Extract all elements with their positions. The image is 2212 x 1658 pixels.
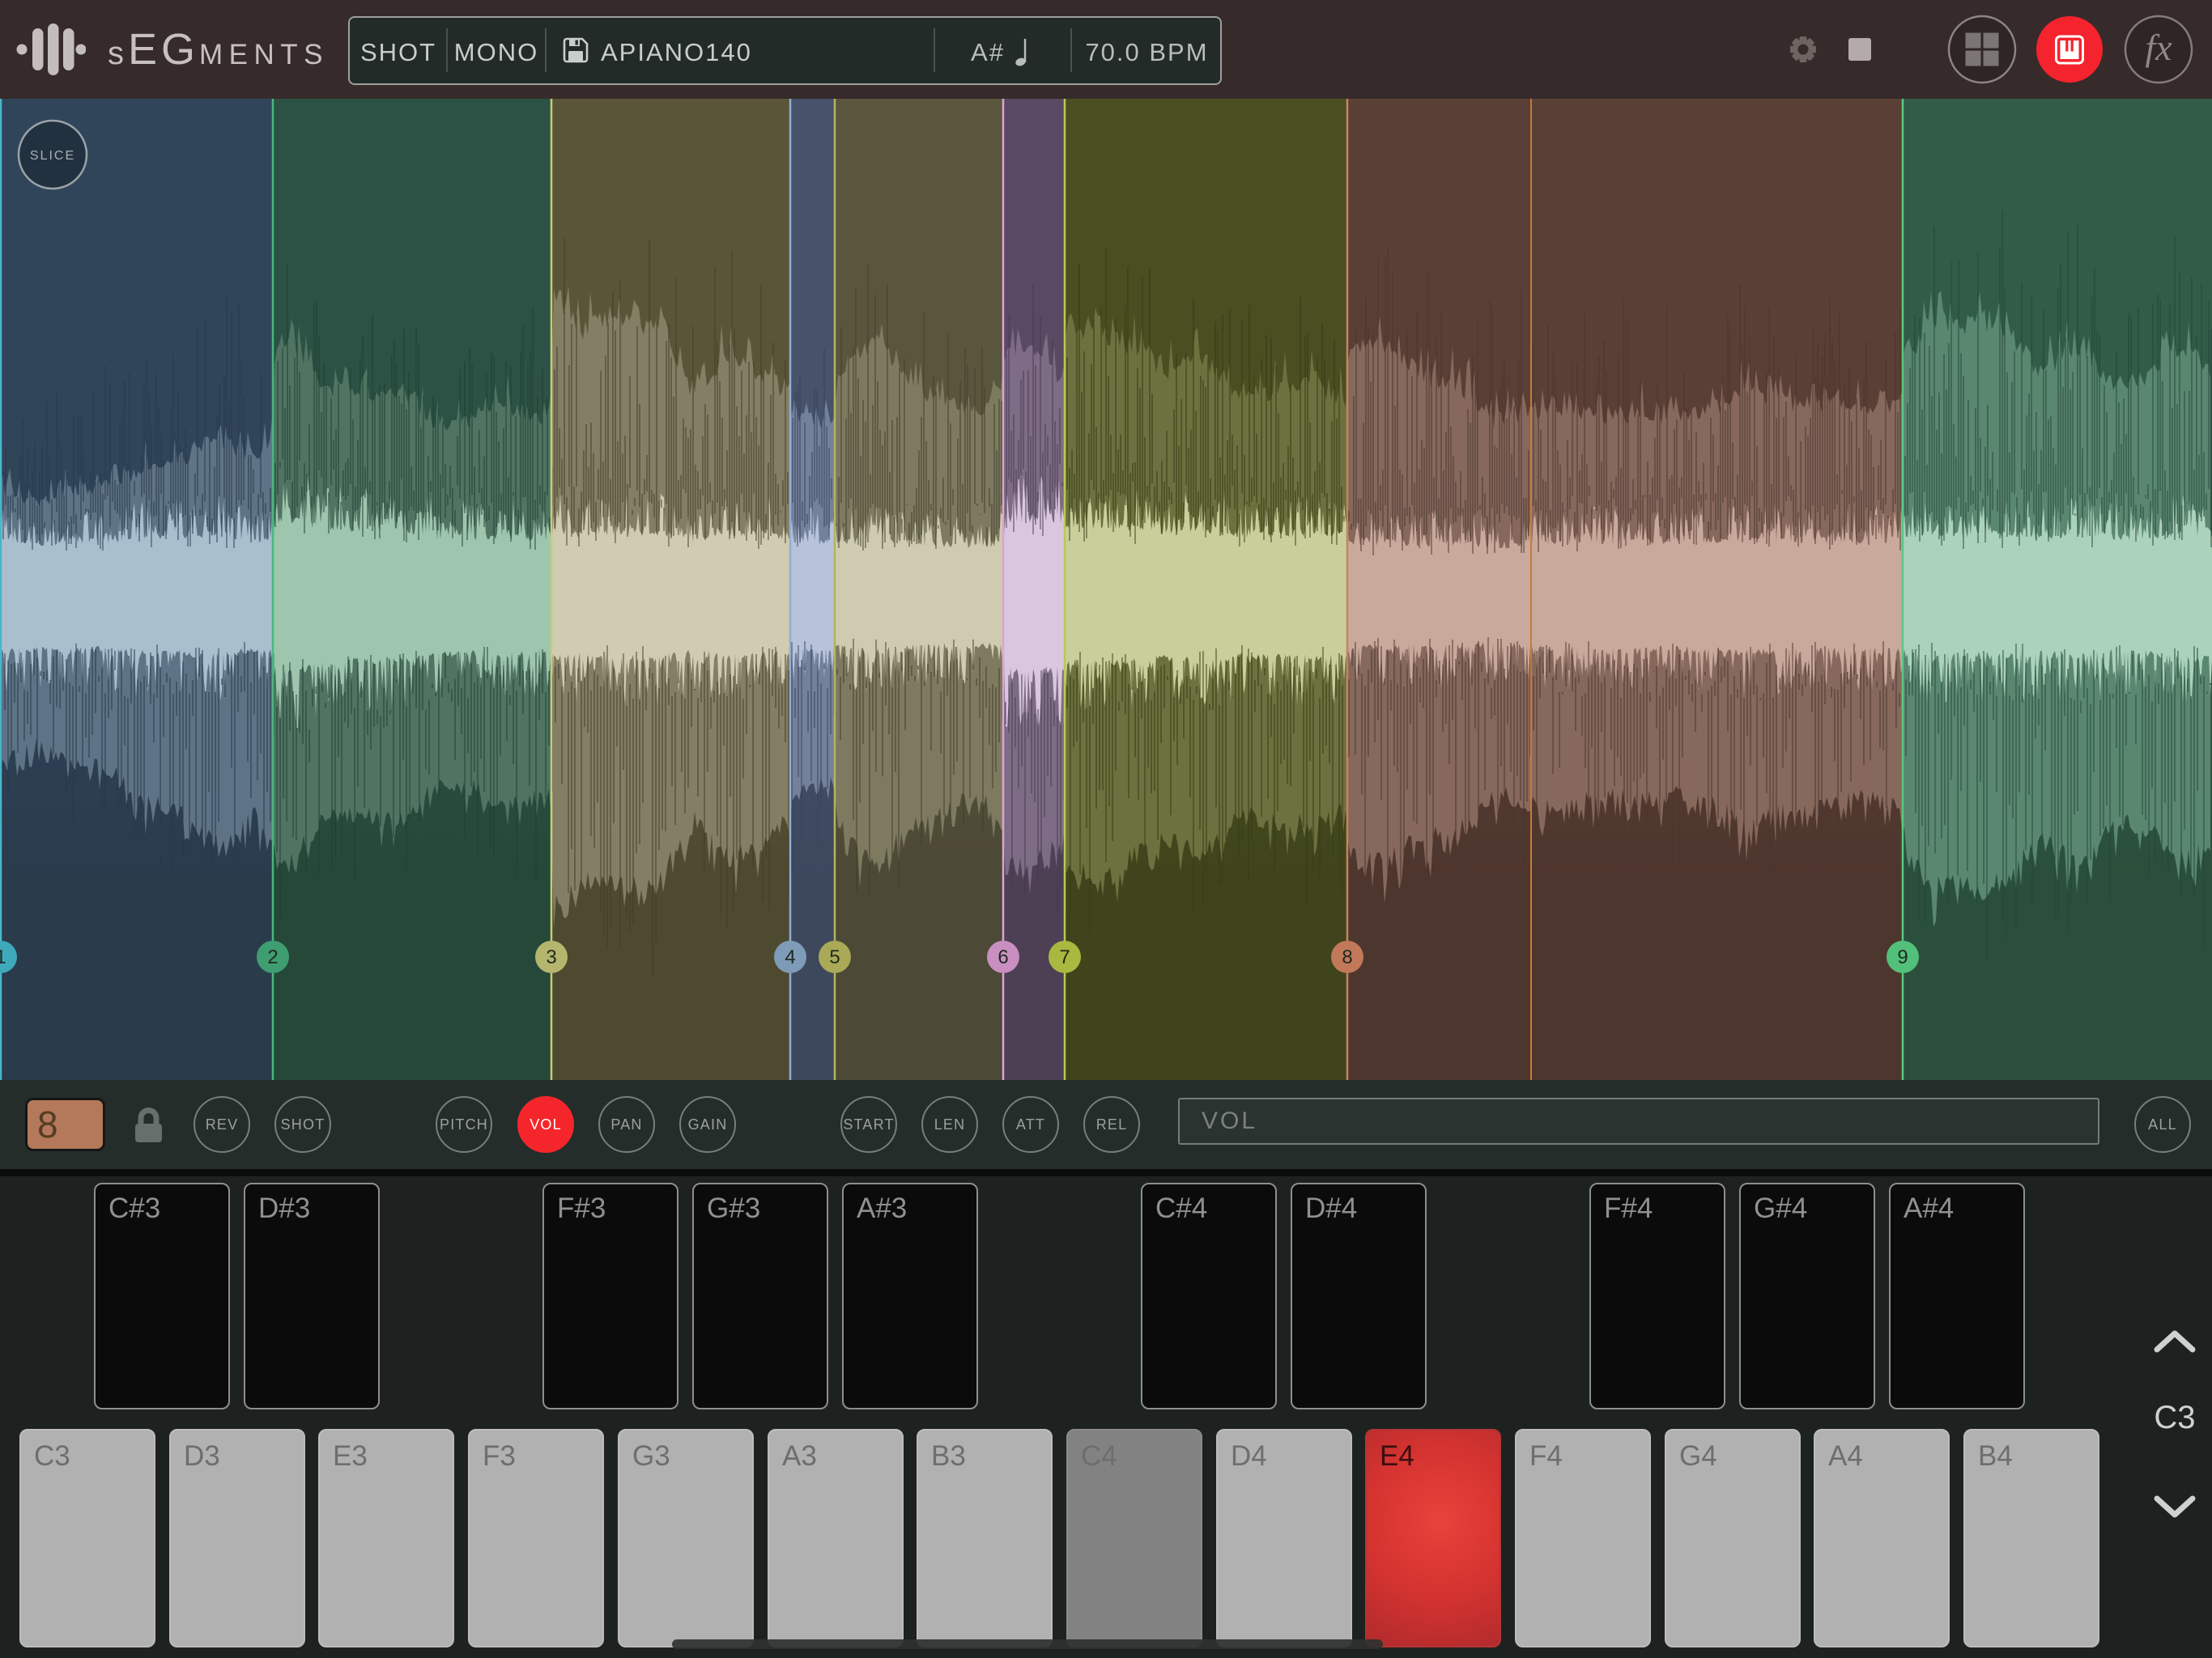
svg-text:5: 5: [829, 946, 840, 968]
svg-text:4: 4: [785, 946, 795, 968]
svg-text:6: 6: [998, 946, 1008, 968]
svg-text:3: 3: [546, 946, 556, 968]
svg-text:8: 8: [1342, 946, 1352, 968]
svg-text:SLICE: SLICE: [30, 149, 75, 163]
svg-text:fx: fx: [2145, 27, 2172, 68]
svg-text:9: 9: [1897, 946, 1908, 968]
svg-text:2: 2: [267, 946, 278, 968]
svg-text:7: 7: [1059, 946, 1070, 968]
svg-text:C3: C3: [2154, 1400, 2195, 1435]
svg-text:1: 1: [0, 946, 6, 968]
